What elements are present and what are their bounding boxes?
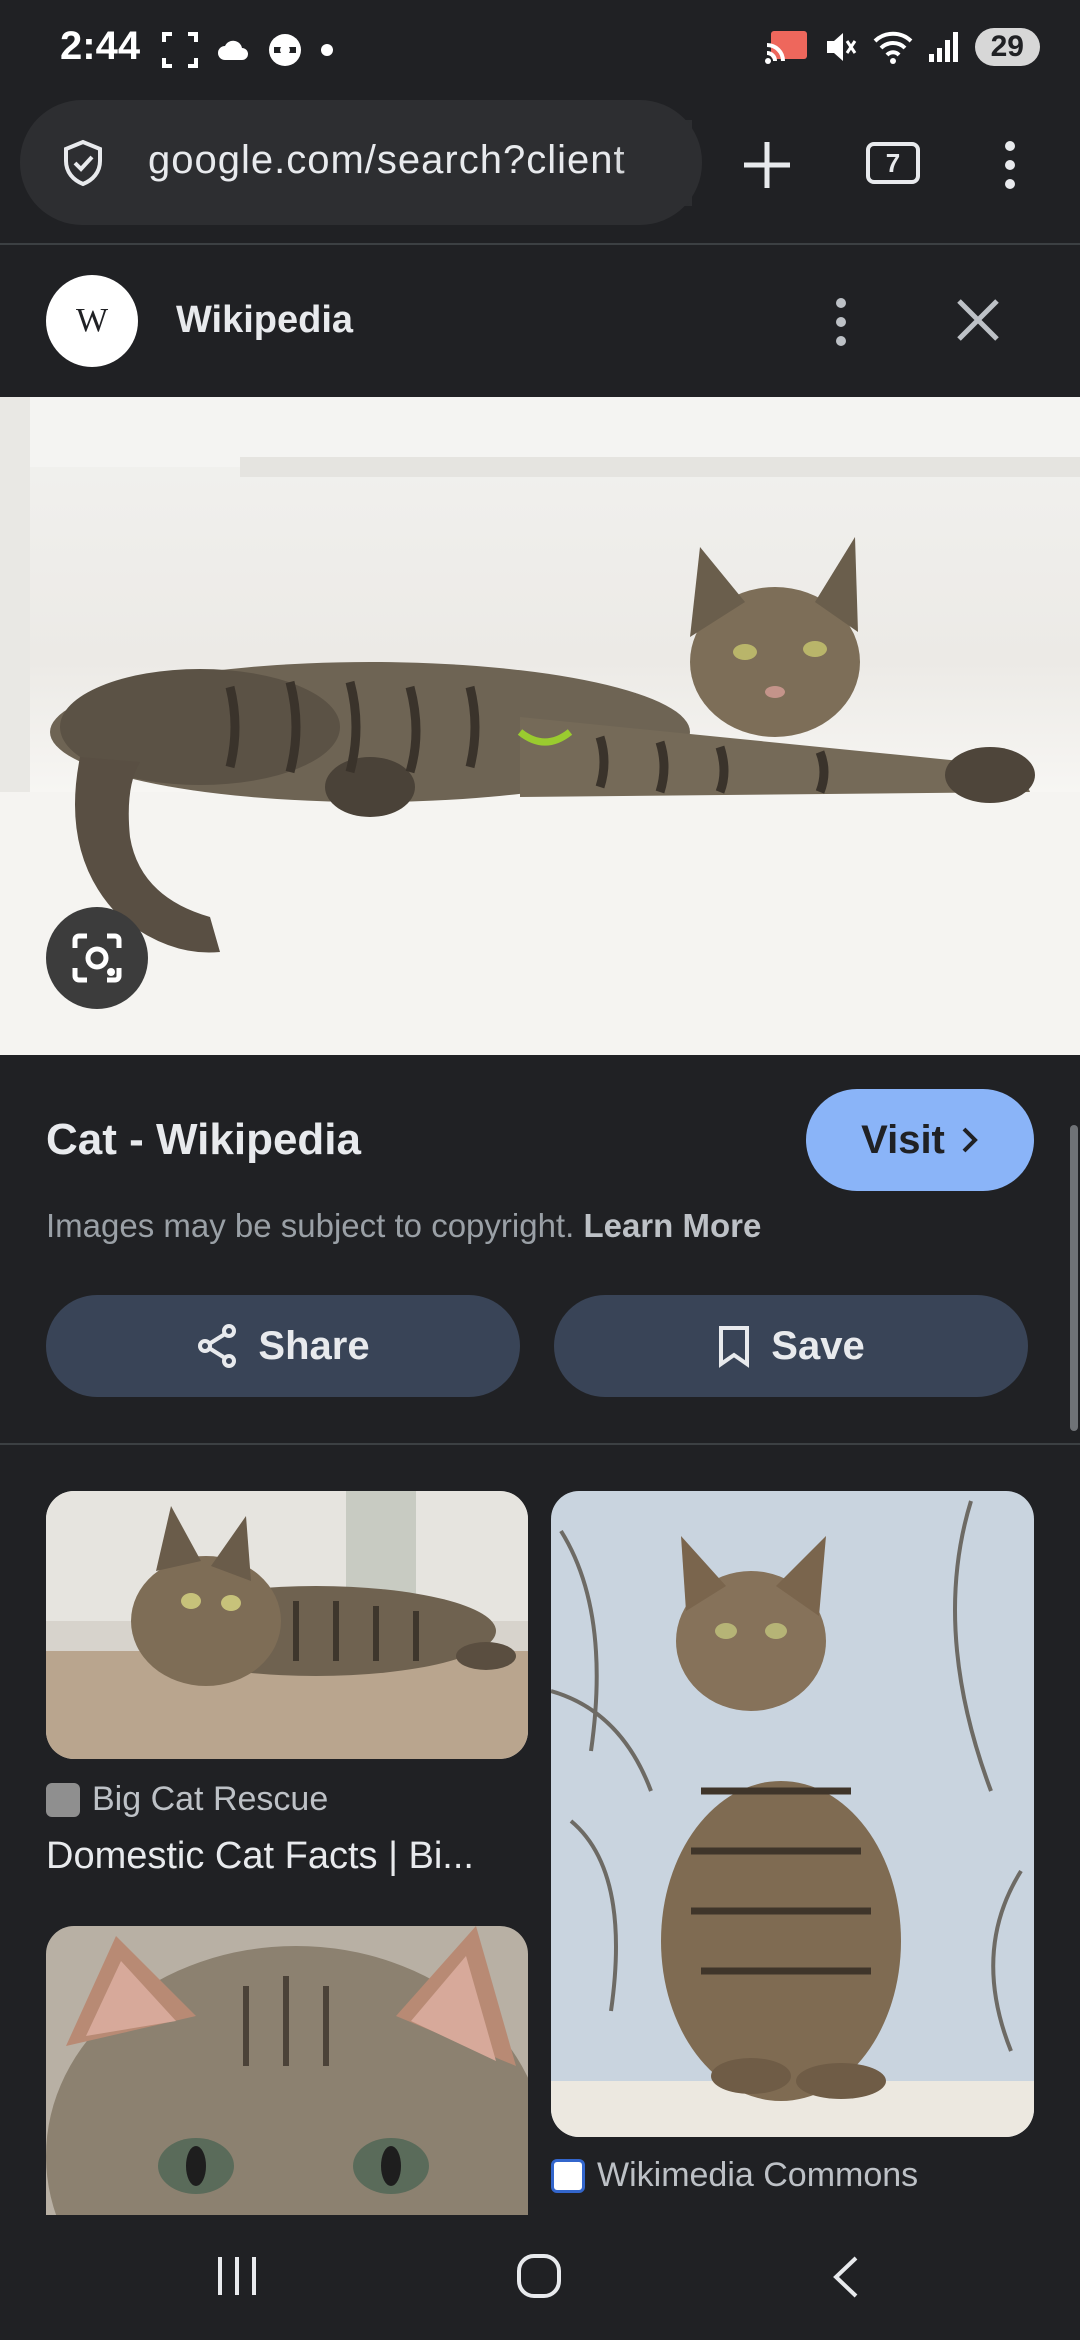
visit-button[interactable]: Visit: [806, 1089, 1034, 1191]
system-nav-bar: [0, 2215, 1080, 2340]
copyright-text: Images may be subject to copyright.: [46, 1207, 575, 1244]
status-right-icons: 29: [764, 28, 1040, 66]
source-name[interactable]: Wikipedia: [176, 299, 353, 342]
related-source-1[interactable]: Big Cat Rescue: [46, 1780, 328, 1819]
share-button[interactable]: Share: [46, 1295, 520, 1397]
cast-icon: [764, 31, 807, 64]
related-card-image-2[interactable]: [551, 1491, 1034, 2137]
share-icon[interactable]: [196, 1323, 238, 1369]
result-info: Cat - Wikipedia Visit Images may be subj…: [0, 1055, 1080, 1445]
dot-icon: [321, 44, 333, 56]
wifi-icon: [873, 31, 913, 64]
wikimedia-commons-favicon: [551, 2158, 585, 2193]
shield-icon[interactable]: [58, 138, 108, 188]
related-card-image[interactable]: [46, 1491, 528, 1759]
related-source-name-2[interactable]: Wikimedia Commons: [597, 2156, 918, 2195]
learn-more-link[interactable]: Learn More: [583, 1207, 761, 1244]
big-cat-rescue-favicon: [46, 1782, 80, 1817]
cat-face-image: [46, 1926, 528, 2226]
result-title[interactable]: Cat - Wikipedia: [46, 1115, 361, 1165]
source-header: W Wikipedia: [0, 247, 1080, 397]
url-text[interactable]: google.com/search?client: [148, 138, 688, 183]
address-bar[interactable]: google.com/search?client: [20, 100, 702, 225]
close-icon[interactable]: [955, 297, 1001, 343]
bookmark-icon[interactable]: [717, 1324, 751, 1368]
url-fade: [612, 120, 692, 206]
save-button[interactable]: Save: [554, 1295, 1028, 1397]
divider: [0, 1443, 1080, 1445]
related-title-1[interactable]: Domestic Cat Facts | Bi...: [46, 1835, 474, 1878]
save-label[interactable]: Save: [771, 1324, 864, 1369]
status-bar: 2:44 29: [0, 0, 1080, 100]
tab-switcher-button[interactable]: 7: [866, 142, 920, 184]
lens-icon[interactable]: [69, 930, 125, 986]
sitting-cat-image: [551, 1491, 1034, 2137]
screenshot-icon: [162, 32, 198, 68]
google-lens-button[interactable]: [46, 907, 148, 1009]
related-card-image-3[interactable]: [46, 1926, 528, 2226]
chevron-right-icon[interactable]: [961, 1126, 979, 1154]
status-time: 2:44: [60, 24, 141, 68]
home-icon[interactable]: [516, 2253, 562, 2299]
lying-cat-image: [46, 1491, 528, 1759]
share-label[interactable]: Share: [258, 1324, 369, 1369]
more-vert-icon[interactable]: [1002, 140, 1018, 190]
status-left-icons: [160, 30, 334, 70]
browser-toolbar: google.com/search?client 7: [0, 100, 1080, 245]
battery-indicator: 29: [974, 28, 1040, 66]
main-image[interactable]: [0, 397, 1080, 1055]
visit-label[interactable]: Visit: [861, 1118, 945, 1163]
recents-icon[interactable]: [214, 2255, 260, 2297]
mute-icon: [826, 33, 856, 61]
vpn-icon: [269, 34, 301, 66]
related-source-2[interactable]: Wikimedia Commons: [551, 2156, 918, 2195]
copyright-notice: Images may be subject to copyright. Lear…: [46, 1207, 761, 1245]
cloud-icon: [218, 40, 248, 60]
cat-image: [0, 397, 1080, 1055]
wikipedia-logo: W: [46, 275, 138, 367]
new-tab-icon[interactable]: [740, 138, 794, 192]
scrollbar-thumb[interactable]: [1070, 1125, 1078, 1431]
tab-count[interactable]: 7: [866, 142, 920, 184]
more-options-icon[interactable]: [833, 297, 849, 347]
back-icon[interactable]: [830, 2255, 862, 2299]
signal-icon: [928, 32, 958, 62]
related-source-name[interactable]: Big Cat Rescue: [92, 1780, 328, 1819]
